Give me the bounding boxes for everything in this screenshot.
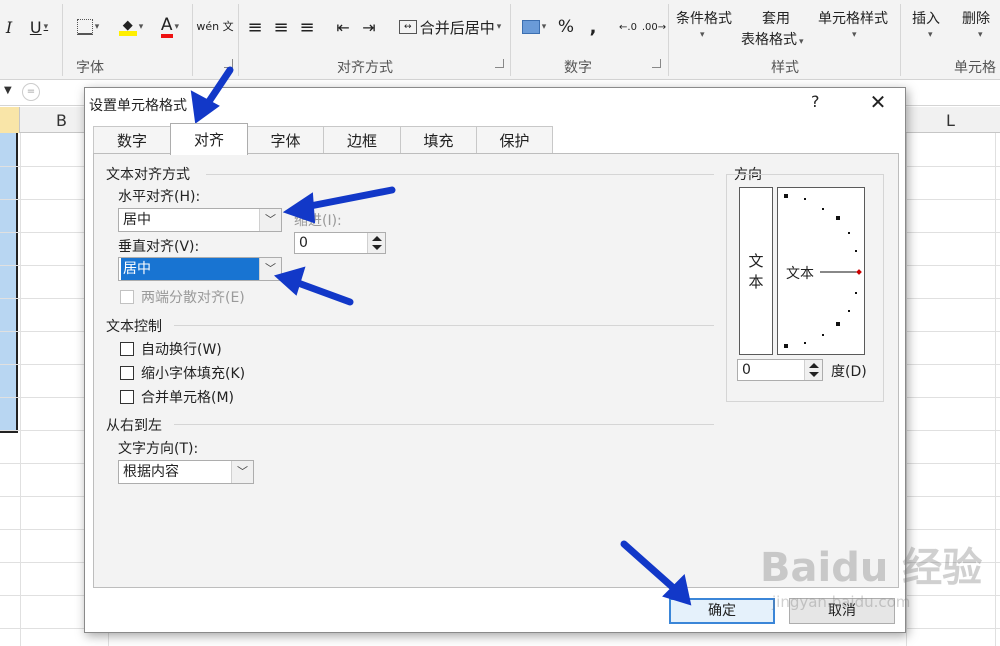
watermark-url: jingyan.baidu.com	[772, 593, 911, 611]
baidu-watermark: Baidu 经验 jingyan.baidu.com	[760, 535, 990, 615]
arrow-head	[282, 192, 316, 224]
tab-alignment[interactable]: 对齐	[170, 123, 248, 155]
arrow-head	[273, 266, 306, 296]
watermark-logo-text: Baidu 经验	[760, 545, 983, 591]
arrow-to-ok-button	[620, 540, 682, 596]
